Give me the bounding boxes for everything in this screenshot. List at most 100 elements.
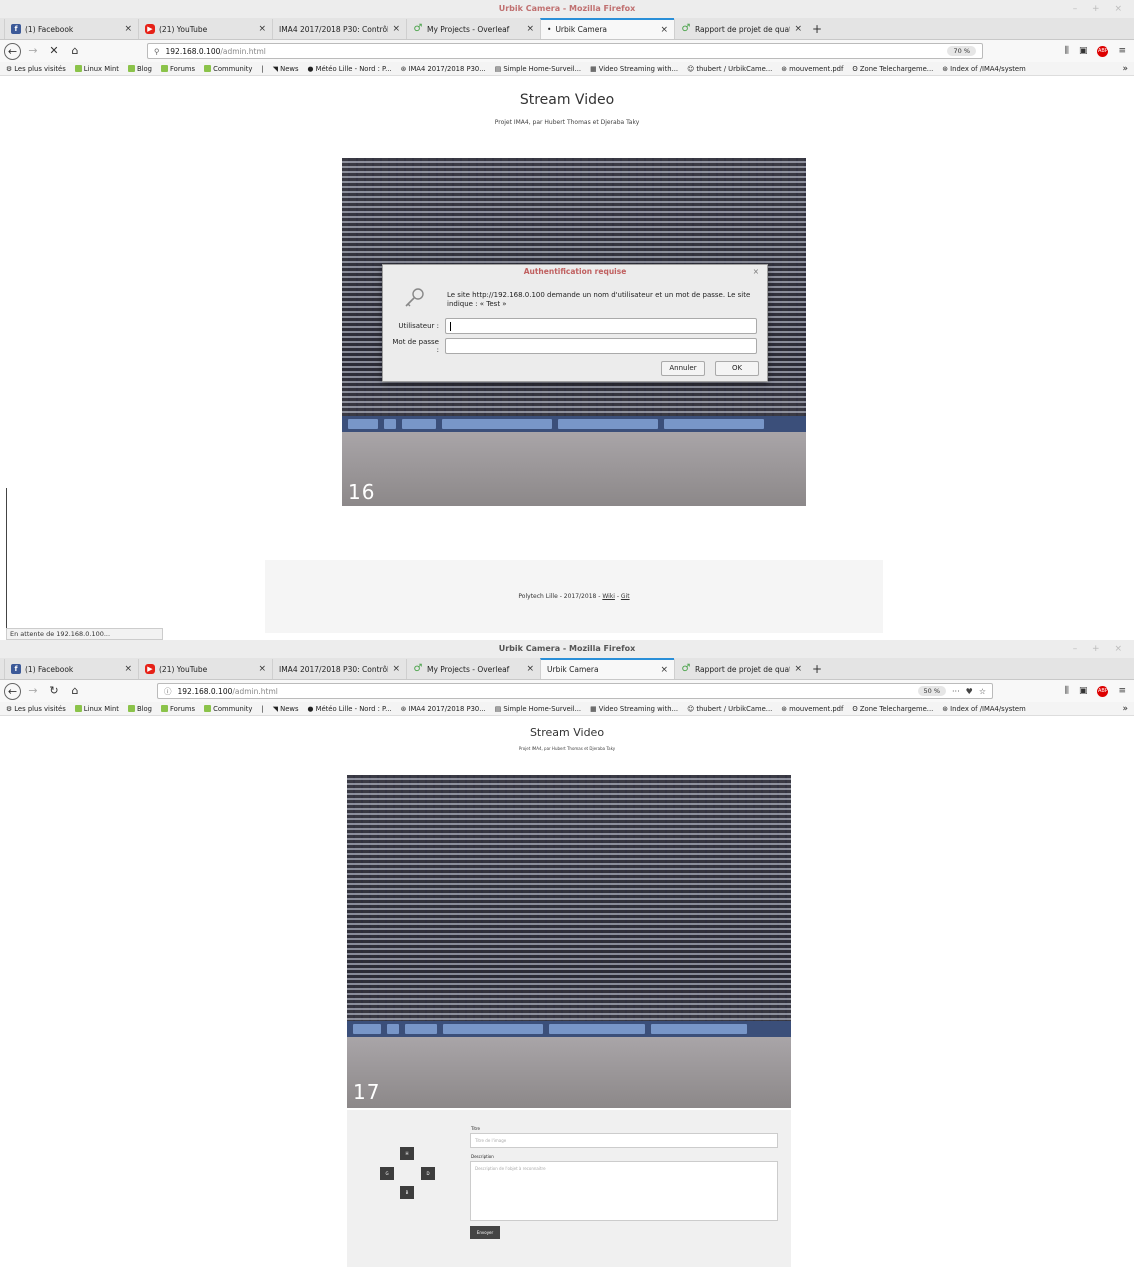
adblock-icon[interactable]: ABP: [1097, 685, 1109, 697]
tab-label: Urbik Camera: [547, 665, 599, 674]
username-input[interactable]: [445, 318, 757, 334]
close-icon[interactable]: ×: [794, 24, 802, 34]
close-icon[interactable]: ×: [660, 25, 668, 35]
home-button[interactable]: ⌂: [66, 42, 84, 60]
url-bar[interactable]: ⓘ 192.168.0.100/admin.html 50 % ··· ♥ ☆: [157, 683, 993, 699]
bookmark-item[interactable]: ▦ Video Streaming with...: [590, 65, 678, 73]
pocket-icon[interactable]: ♥: [966, 687, 973, 696]
close-icon[interactable]: ×: [526, 664, 534, 674]
bookmark-item[interactable]: ⚙ Les plus visités: [6, 705, 66, 713]
ok-button[interactable]: OK: [715, 361, 759, 376]
close-icon[interactable]: ×: [124, 664, 132, 674]
window-controls[interactable]: – + ×: [1073, 0, 1128, 18]
bookmark-item[interactable]: Blog: [127, 65, 152, 73]
bookmarks-overflow-icon[interactable]: »: [1122, 704, 1128, 714]
close-icon[interactable]: ×: [392, 24, 400, 34]
forward-button[interactable]: →: [24, 42, 42, 60]
bookmark-star-icon[interactable]: ☆: [979, 687, 986, 696]
tab-urbik-camera[interactable]: Urbik Camera ×: [540, 658, 674, 679]
tab-ima4-wiki[interactable]: IMA4 2017/2018 P30: Contrôle d' ×: [272, 659, 406, 679]
tab-overleaf[interactable]: ♂ My Projects - Overleaf ×: [406, 19, 540, 39]
submit-button[interactable]: Envoyer: [470, 1226, 500, 1239]
close-icon[interactable]: ×: [392, 664, 400, 674]
library-icon[interactable]: ⫼: [1065, 686, 1069, 697]
bookmark-item[interactable]: ◥ News: [273, 65, 299, 73]
bookmark-separator: |: [261, 704, 264, 713]
close-icon[interactable]: ×: [660, 665, 668, 675]
move-left-button[interactable]: G: [380, 1167, 394, 1180]
bookmark-item[interactable]: ⊛ Index of /IMA4/system: [942, 705, 1025, 713]
zoom-indicator[interactable]: 70 %: [947, 46, 976, 56]
cancel-button[interactable]: Annuler: [661, 361, 705, 376]
bookmark-item[interactable]: Blog: [127, 705, 152, 713]
bookmark-item[interactable]: ⊛ IMA4 2017/2018 P30...: [401, 65, 486, 73]
git-link[interactable]: Git: [621, 593, 630, 600]
bookmark-item[interactable]: ● Météo Lille - Nord : P...: [308, 705, 392, 713]
bookmark-item[interactable]: ▦ Video Streaming with...: [590, 705, 678, 713]
description-textarea[interactable]: Description de l'objet à reconnaitre: [470, 1161, 778, 1221]
new-tab-button[interactable]: +: [808, 19, 826, 39]
sidebar-icon[interactable]: ▣: [1079, 46, 1088, 57]
bookmark-item[interactable]: Linux Mint: [74, 705, 119, 713]
close-icon[interactable]: ×: [258, 664, 266, 674]
bookmarks-overflow-icon[interactable]: »: [1122, 64, 1128, 74]
bookmark-item[interactable]: ◥ News: [273, 705, 299, 713]
dialog-message: Le site http://192.168.0.100 demande un …: [447, 291, 751, 308]
move-right-button[interactable]: D: [421, 1167, 435, 1180]
bookmark-item[interactable]: ☺ thubert / UrbikCame...: [687, 65, 772, 73]
tab-youtube[interactable]: ▶ (21) YouTube ×: [138, 659, 272, 679]
tab-ima4-wiki[interactable]: IMA4 2017/2018 P30: Contrôle d' ×: [272, 19, 406, 39]
bookmark-item[interactable]: Community: [204, 65, 252, 73]
tab-facebook[interactable]: f (1) Facebook ×: [4, 19, 138, 39]
bookmark-item[interactable]: ⚙ Les plus visités: [6, 65, 66, 73]
tab-overleaf[interactable]: ♂ My Projects - Overleaf ×: [406, 659, 540, 679]
bookmark-item[interactable]: ⊛ mouvement.pdf: [781, 705, 843, 713]
home-button[interactable]: ⌂: [66, 682, 84, 700]
sidebar-icon[interactable]: ▣: [1079, 686, 1088, 697]
bookmark-item[interactable]: ʘ Zone Telechargeme...: [852, 705, 933, 713]
library-icon[interactable]: ⫼: [1065, 46, 1069, 57]
page-actions-icon[interactable]: ···: [952, 687, 960, 696]
bookmark-item[interactable]: ⊛ Index of /IMA4/system: [942, 65, 1025, 73]
close-icon[interactable]: ×: [124, 24, 132, 34]
close-icon[interactable]: ×: [753, 265, 759, 279]
close-icon[interactable]: ×: [794, 664, 802, 674]
tab-urbik-camera[interactable]: • Urbik Camera ×: [540, 18, 674, 39]
bookmark-item[interactable]: ▤ Simple Home-Surveil...: [495, 65, 581, 73]
url-bar[interactable]: ⚲ 192.168.0.100/admin.html 70 %: [147, 43, 983, 59]
tab-youtube[interactable]: ▶ (21) YouTube ×: [138, 19, 272, 39]
status-bar: En attente de 192.168.0.100...: [6, 628, 163, 640]
tab-rapport[interactable]: ♂ Rapport de projet de quatrième×: [674, 659, 808, 679]
wiki-link[interactable]: Wiki: [602, 593, 615, 600]
info-icon[interactable]: ⓘ: [164, 686, 172, 697]
bookmark-item[interactable]: Linux Mint: [74, 65, 119, 73]
stop-button[interactable]: ✕: [45, 42, 63, 60]
back-button[interactable]: ←: [4, 42, 21, 60]
move-down-button[interactable]: B: [400, 1186, 414, 1199]
new-tab-button[interactable]: +: [808, 659, 826, 679]
bookmark-item[interactable]: ● Météo Lille - Nord : P...: [308, 65, 392, 73]
move-up-button[interactable]: H: [400, 1147, 414, 1160]
bookmark-item[interactable]: ʘ Zone Telechargeme...: [852, 65, 933, 73]
tab-facebook[interactable]: f (1) Facebook ×: [4, 659, 138, 679]
zoom-indicator[interactable]: 50 %: [917, 686, 947, 696]
bookmark-item[interactable]: ⊛ mouvement.pdf: [781, 65, 843, 73]
password-input[interactable]: [445, 338, 757, 354]
bookmark-item[interactable]: ☺ thubert / UrbikCame...: [687, 705, 772, 713]
bookmark-item[interactable]: Community: [204, 705, 252, 713]
reload-button[interactable]: ↻: [45, 682, 63, 700]
bookmark-item[interactable]: ▤ Simple Home-Surveil...: [495, 705, 581, 713]
menu-icon[interactable]: ≡: [1118, 46, 1126, 57]
close-icon[interactable]: ×: [526, 24, 534, 34]
tab-rapport[interactable]: ♂ Rapport de projet de quatrième×: [674, 19, 808, 39]
back-button[interactable]: ←: [4, 682, 21, 700]
bookmark-item[interactable]: Forums: [161, 65, 195, 73]
adblock-icon[interactable]: ABP: [1097, 45, 1109, 57]
window-controls[interactable]: – + ×: [1073, 640, 1128, 658]
bookmark-item[interactable]: Forums: [161, 705, 195, 713]
close-icon[interactable]: ×: [258, 24, 266, 34]
forward-button[interactable]: →: [24, 682, 42, 700]
bookmark-item[interactable]: ⊛ IMA4 2017/2018 P30...: [401, 705, 486, 713]
menu-icon[interactable]: ≡: [1118, 686, 1126, 697]
title-input[interactable]: Titre de l'image: [470, 1133, 778, 1148]
